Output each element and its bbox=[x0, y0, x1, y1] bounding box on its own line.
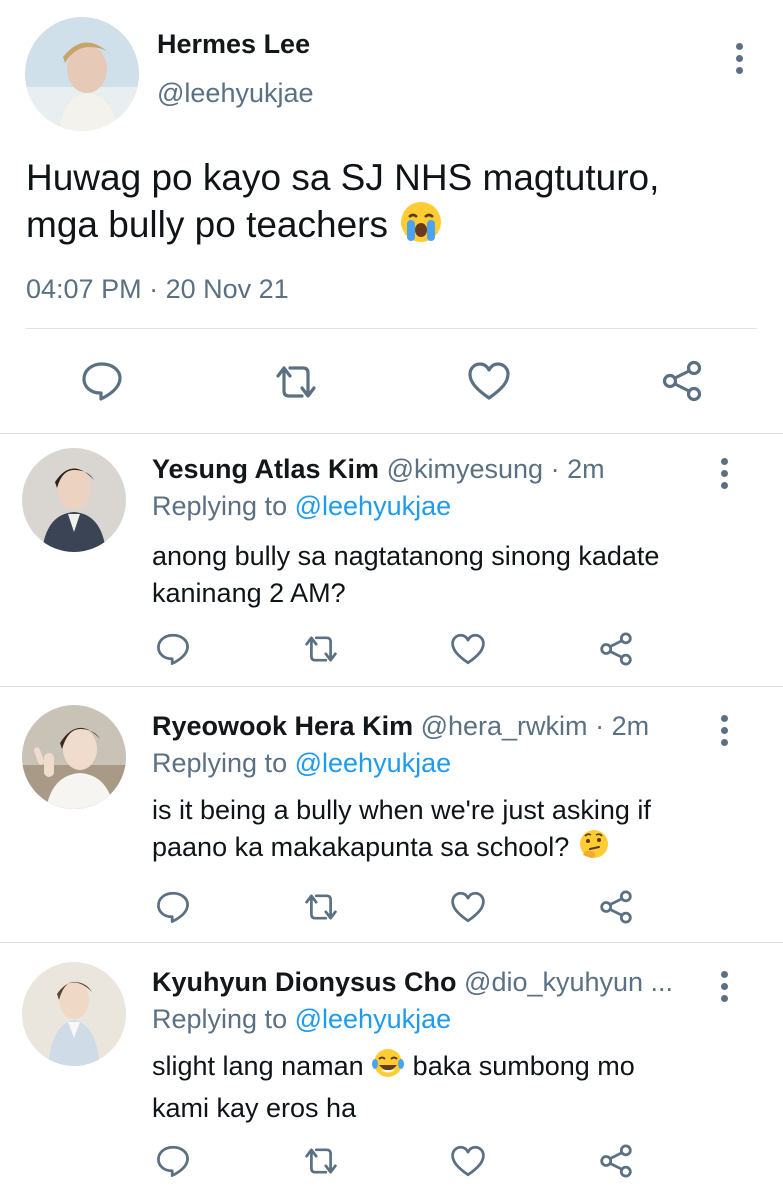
replying-to-prefix: Replying to bbox=[152, 748, 288, 778]
tweet-timestamp: 04:07 PM · 20 Nov 21 bbox=[26, 272, 289, 306]
tweet-text-line-2-text: mga bully po teachers bbox=[26, 204, 388, 245]
like-icon bbox=[451, 633, 485, 665]
reply-author-handle[interactable]: @dio_kyuhyun ... bbox=[464, 967, 673, 997]
retweet-icon bbox=[276, 366, 316, 398]
more-options-icon[interactable] bbox=[714, 455, 734, 491]
retweet-button[interactable] bbox=[300, 888, 342, 926]
reply-avatar[interactable] bbox=[22, 962, 126, 1066]
reply-author-name[interactable]: Yesung Atlas Kim bbox=[152, 454, 379, 484]
reply-dot: · bbox=[595, 711, 605, 741]
replying-to: Replying to @leehyukjae bbox=[152, 1002, 451, 1036]
reply-dot: · bbox=[550, 454, 560, 484]
like-button[interactable] bbox=[448, 888, 488, 926]
reply-button[interactable] bbox=[154, 1142, 192, 1180]
reply-text-line-1: anong bully sa nagtatanong sinong kadate bbox=[152, 541, 660, 571]
divider bbox=[26, 328, 757, 329]
thinking-face-icon bbox=[577, 829, 611, 871]
reply-icon bbox=[157, 891, 189, 923]
like-icon bbox=[451, 891, 485, 923]
reply-text-line-2: paano ka makakapunta sa school? bbox=[152, 829, 651, 871]
reply-icon bbox=[157, 633, 189, 665]
reply-icon bbox=[82, 362, 122, 401]
author-avatar[interactable] bbox=[25, 17, 139, 131]
reply-icon bbox=[157, 1145, 189, 1177]
reply-header: Ryeowook Hera Kim @hera_rwkim · 2m bbox=[152, 709, 649, 743]
reply-text: anong bully sa nagtatanong sinong kadate… bbox=[152, 538, 659, 612]
share-icon bbox=[600, 890, 632, 924]
reply-button[interactable] bbox=[154, 888, 192, 926]
like-button[interactable] bbox=[448, 630, 488, 668]
loudly-crying-face-icon bbox=[398, 201, 444, 254]
replying-to-handle[interactable]: @leehyukjae bbox=[295, 491, 452, 521]
tweet-text-line-2: mga bully po teachers bbox=[26, 201, 766, 254]
reply-time: 2m bbox=[567, 454, 605, 484]
reply-author-handle[interactable]: @kimyesung bbox=[387, 454, 543, 484]
divider bbox=[0, 433, 783, 434]
tweet-date: 20 Nov 21 bbox=[165, 274, 289, 304]
tears-of-joy-face-icon bbox=[371, 1048, 405, 1090]
share-icon bbox=[600, 632, 632, 666]
author-handle[interactable]: @leehyukjae bbox=[157, 76, 314, 110]
like-button[interactable] bbox=[448, 1142, 488, 1180]
share-button[interactable] bbox=[596, 888, 636, 926]
tweet-time: 04:07 PM bbox=[26, 274, 142, 304]
like-icon bbox=[451, 1145, 485, 1177]
reply-text-line-2-text: paano ka makakapunta sa school? bbox=[152, 832, 570, 862]
like-icon bbox=[468, 362, 510, 400]
reply-text: is it being a bully when we're just aski… bbox=[152, 792, 651, 871]
reply-text-line-1-b: baka sumbong mo bbox=[412, 1051, 635, 1081]
retweet-icon bbox=[305, 636, 337, 662]
replying-to-prefix: Replying to bbox=[152, 491, 288, 521]
reply-avatar[interactable] bbox=[22, 705, 126, 809]
reply-text-line-1-a: slight lang naman bbox=[152, 1051, 364, 1081]
reply-text-line-2: kaninang 2 AM? bbox=[152, 578, 346, 608]
more-options-icon[interactable] bbox=[714, 968, 734, 1004]
more-options-icon[interactable] bbox=[714, 712, 734, 748]
reply-text-line-1: is it being a bully when we're just aski… bbox=[152, 795, 651, 825]
reply-header: Yesung Atlas Kim @kimyesung · 2m bbox=[152, 452, 605, 486]
reply-avatar[interactable] bbox=[22, 448, 126, 552]
replying-to-prefix: Replying to bbox=[152, 1004, 288, 1034]
reply-author-handle[interactable]: @hera_rwkim bbox=[421, 711, 588, 741]
retweet-button[interactable] bbox=[300, 1142, 342, 1180]
replying-to: Replying to @leehyukjae bbox=[152, 746, 451, 780]
divider bbox=[0, 686, 783, 687]
share-icon bbox=[662, 360, 702, 402]
retweet-icon bbox=[305, 894, 337, 920]
share-button[interactable] bbox=[596, 1142, 636, 1180]
reply-text-line-2: kami kay eros ha bbox=[152, 1093, 357, 1123]
replying-to-handle[interactable]: @leehyukjae bbox=[295, 748, 452, 778]
reply-button[interactable] bbox=[154, 630, 192, 668]
more-options-icon[interactable] bbox=[729, 40, 749, 76]
replying-to: Replying to @leehyukjae bbox=[152, 489, 451, 523]
reply-text: slight lang naman baka sumbong mo kami k… bbox=[152, 1048, 635, 1127]
tweet-text: Huwag po kayo sa SJ NHS magtuturo, mga b… bbox=[26, 154, 766, 254]
share-button[interactable] bbox=[596, 630, 636, 668]
reply-text-line-1: slight lang naman baka sumbong mo bbox=[152, 1048, 635, 1090]
share-button[interactable] bbox=[658, 358, 706, 404]
retweet-icon bbox=[305, 1148, 337, 1174]
retweet-button[interactable] bbox=[300, 630, 342, 668]
tweet-text-line-1: Huwag po kayo sa SJ NHS magtuturo, bbox=[26, 157, 660, 198]
like-button[interactable] bbox=[464, 358, 514, 404]
replying-to-handle[interactable]: @leehyukjae bbox=[295, 1004, 452, 1034]
author-name[interactable]: Hermes Lee bbox=[157, 27, 310, 61]
timestamp-separator: · bbox=[149, 274, 159, 304]
divider bbox=[0, 942, 783, 943]
reply-button[interactable] bbox=[78, 358, 126, 404]
reply-time: 2m bbox=[611, 711, 650, 741]
share-icon bbox=[600, 1144, 632, 1178]
reply-header: Kyuhyun Dionysus Cho @dio_kyuhyun ... bbox=[152, 965, 673, 999]
reply-author-name[interactable]: Kyuhyun Dionysus Cho bbox=[152, 967, 457, 997]
retweet-button[interactable] bbox=[270, 360, 322, 404]
reply-author-name[interactable]: Ryeowook Hera Kim bbox=[152, 711, 413, 741]
